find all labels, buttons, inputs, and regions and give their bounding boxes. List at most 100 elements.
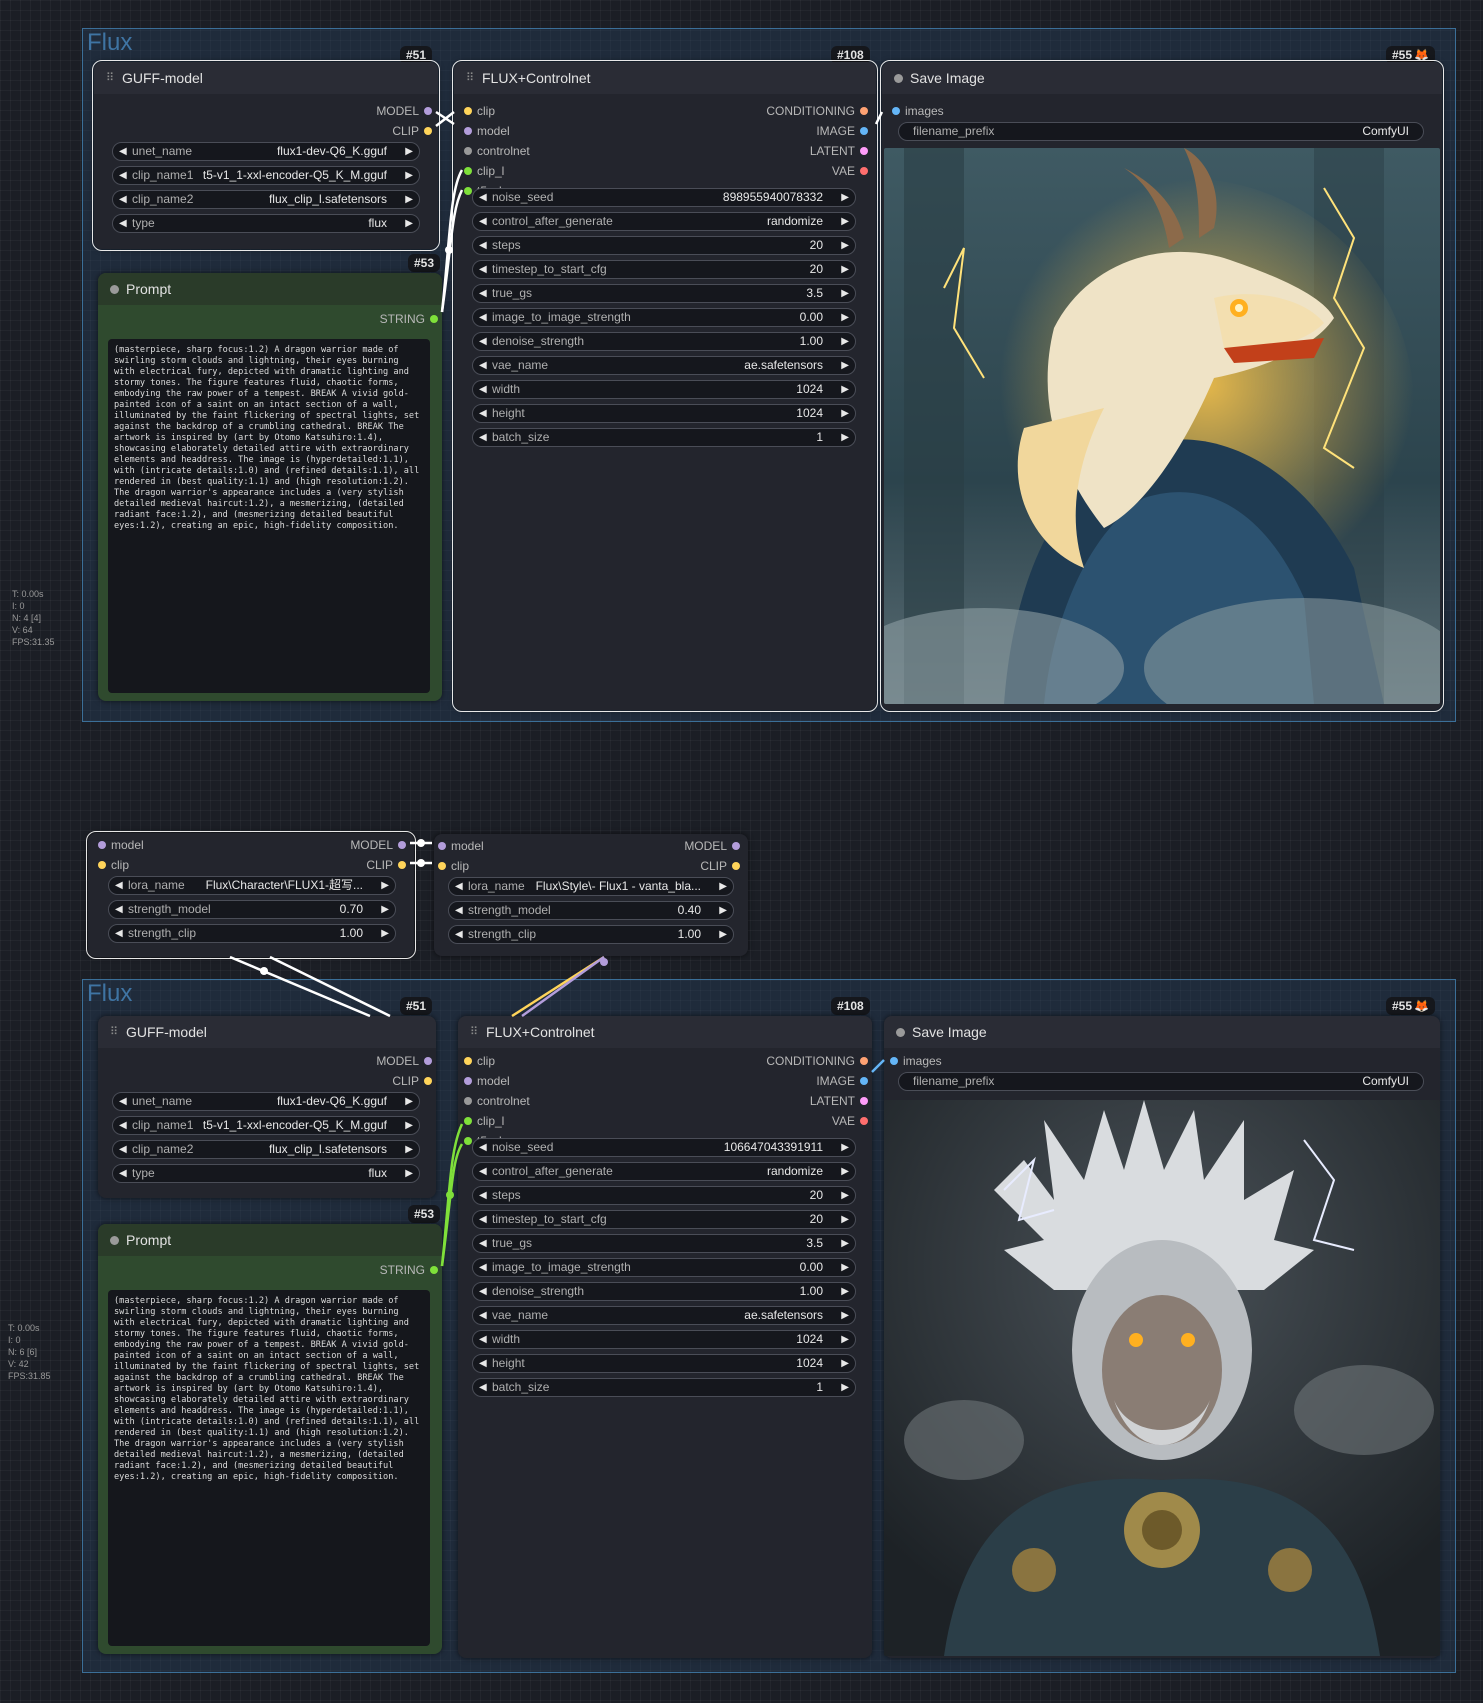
arrow-right-icon[interactable]: ▶ xyxy=(841,1283,849,1300)
slot-dot[interactable] xyxy=(464,1077,472,1085)
widget-control-after-generate[interactable]: ◀ control_after_generate randomize ▶ xyxy=(472,212,856,231)
arrow-left-icon[interactable]: ◀ xyxy=(119,191,127,208)
save-image-node-2[interactable]: Save Image images filename_prefix ComfyUI xyxy=(884,1016,1440,1658)
node-title-bar[interactable]: Prompt xyxy=(98,273,442,305)
output-clip[interactable]: CLIP xyxy=(392,1072,432,1090)
arrow-right-icon[interactable]: ▶ xyxy=(841,1259,849,1276)
slot-dot[interactable] xyxy=(860,1057,868,1065)
arrow-right-icon[interactable]: ▶ xyxy=(719,902,727,919)
widget-clip-name2[interactable]: ◀ clip_name2 flux_clip_l.safetensors ▶ xyxy=(112,190,420,209)
widget-lora-name[interactable]: ◀ lora_name Flux\Style\- Flux1 - vanta_bla… xyxy=(448,877,734,896)
arrow-right-icon[interactable]: ▶ xyxy=(381,901,389,918)
arrow-left-icon[interactable]: ◀ xyxy=(479,357,487,374)
slot-dot[interactable] xyxy=(464,1057,472,1065)
collapse-dot-icon[interactable] xyxy=(894,74,903,83)
slot-dot[interactable] xyxy=(860,167,868,175)
arrow-left-icon[interactable]: ◀ xyxy=(455,902,463,919)
arrow-left-icon[interactable]: ◀ xyxy=(119,1117,127,1134)
arrow-right-icon[interactable]: ▶ xyxy=(381,877,389,894)
output-conditioning[interactable]: CONDITIONING xyxy=(766,102,868,120)
slot-dot[interactable] xyxy=(464,147,472,155)
output-vae[interactable]: VAE xyxy=(832,1112,868,1130)
arrow-right-icon[interactable]: ▶ xyxy=(841,333,849,350)
collapse-dot-icon[interactable] xyxy=(110,285,119,294)
widget-unet-name[interactable]: ◀ unet_name flux1-dev-Q6_K.gguf ▶ xyxy=(112,1092,420,1111)
slot-dot[interactable] xyxy=(430,1266,438,1274)
arrow-left-icon[interactable]: ◀ xyxy=(479,213,487,230)
arrow-right-icon[interactable]: ▶ xyxy=(841,405,849,422)
slot-dot[interactable] xyxy=(98,861,106,869)
node-title-bar[interactable]: Save Image xyxy=(884,1016,1440,1048)
arrow-left-icon[interactable]: ◀ xyxy=(455,878,463,895)
arrow-right-icon[interactable]: ▶ xyxy=(841,1211,849,1228)
widget-strength-model[interactable]: ◀ strength_model 0.70 ▶ xyxy=(108,900,396,919)
arrow-right-icon[interactable]: ▶ xyxy=(405,167,413,184)
prompt-node-2[interactable]: Prompt STRING (masterpiece, sharp focus:… xyxy=(98,1224,442,1654)
slot-dot[interactable] xyxy=(424,1077,432,1085)
arrow-right-icon[interactable]: ▶ xyxy=(381,925,389,942)
widget-image-to-image-strength[interactable]: ◀ image_to_image_strength 0.00 ▶ xyxy=(472,1258,856,1277)
widget-strength-clip[interactable]: ◀ strength_clip 1.00 ▶ xyxy=(448,925,734,944)
widget-denoise-strength[interactable]: ◀ denoise_strength 1.00 ▶ xyxy=(472,332,856,351)
slot-dot[interactable] xyxy=(424,127,432,135)
widget-batch-size[interactable]: ◀ batch_size 1 ▶ xyxy=(472,1378,856,1397)
arrow-left-icon[interactable]: ◀ xyxy=(479,237,487,254)
arrow-left-icon[interactable]: ◀ xyxy=(479,285,487,302)
arrow-right-icon[interactable]: ▶ xyxy=(405,215,413,232)
arrow-right-icon[interactable]: ▶ xyxy=(841,1379,849,1396)
arrow-right-icon[interactable]: ▶ xyxy=(841,189,849,206)
arrow-left-icon[interactable]: ◀ xyxy=(479,309,487,326)
widget-steps[interactable]: ◀ steps 20 ▶ xyxy=(472,236,856,255)
slot-dot[interactable] xyxy=(464,127,472,135)
input-clip-l[interactable]: clip_l xyxy=(464,1112,504,1130)
arrow-left-icon[interactable]: ◀ xyxy=(479,1139,487,1156)
slot-dot[interactable] xyxy=(464,1117,472,1125)
widget-timestep-to-start-cfg[interactable]: ◀ timestep_to_start_cfg 20 ▶ xyxy=(472,260,856,279)
input-controlnet[interactable]: controlnet xyxy=(464,1092,530,1110)
slot-dot[interactable] xyxy=(464,1097,472,1105)
widget-vae-name[interactable]: ◀ vae_name ae.safetensors ▶ xyxy=(472,356,856,375)
prompt-textarea[interactable]: (masterpiece, sharp focus:1.2) A dragon … xyxy=(108,1290,430,1646)
widget-denoise-strength[interactable]: ◀ denoise_strength 1.00 ▶ xyxy=(472,1282,856,1301)
drag-grip-icon[interactable]: ⠿ xyxy=(110,1016,118,1048)
arrow-left-icon[interactable]: ◀ xyxy=(479,1259,487,1276)
output-model[interactable]: MODEL xyxy=(376,102,432,120)
save-image-node[interactable]: Save Image images filename_prefix ComfyUI xyxy=(880,60,1444,712)
widget-image-to-image-strength[interactable]: ◀ image_to_image_strength 0.00 ▶ xyxy=(472,308,856,327)
slot-dot[interactable] xyxy=(430,315,438,323)
lora-loader-node-2[interactable]: model clip MODEL CLIP ◀ lora_name Flux\Sty… xyxy=(434,834,748,956)
widget-lora-name[interactable]: ◀ lora_name Flux\Character\FLUX1-超写... ▶ xyxy=(108,876,396,895)
output-clip[interactable]: CLIP xyxy=(392,122,432,140)
input-images[interactable]: images xyxy=(892,102,944,120)
arrow-left-icon[interactable]: ◀ xyxy=(119,143,127,160)
arrow-left-icon[interactable]: ◀ xyxy=(479,1283,487,1300)
input-model[interactable]: model xyxy=(464,1072,510,1090)
drag-grip-icon[interactable]: ⠿ xyxy=(470,1016,478,1048)
arrow-left-icon[interactable]: ◀ xyxy=(479,1331,487,1348)
widget-type[interactable]: ◀ type flux ▶ xyxy=(112,1164,420,1183)
arrow-right-icon[interactable]: ▶ xyxy=(841,1163,849,1180)
arrow-right-icon[interactable]: ▶ xyxy=(841,357,849,374)
output-image[interactable]: IMAGE xyxy=(816,1072,868,1090)
arrow-left-icon[interactable]: ◀ xyxy=(479,405,487,422)
widget-true-gs[interactable]: ◀ true_gs 3.5 ▶ xyxy=(472,284,856,303)
node-title-bar[interactable]: ⠿ FLUX+Controlnet xyxy=(458,1016,872,1048)
collapse-dot-icon[interactable] xyxy=(896,1028,905,1037)
input-images[interactable]: images xyxy=(890,1052,942,1070)
arrow-right-icon[interactable]: ▶ xyxy=(719,926,727,943)
slot-dot[interactable] xyxy=(860,147,868,155)
slot-dot[interactable] xyxy=(732,842,740,850)
output-clip[interactable]: CLIP xyxy=(700,857,740,875)
widget-width[interactable]: ◀ width 1024 ▶ xyxy=(472,1330,856,1349)
arrow-right-icon[interactable]: ▶ xyxy=(841,261,849,278)
slot-dot[interactable] xyxy=(464,167,472,175)
node-title-bar[interactable]: Prompt xyxy=(98,1224,442,1256)
slot-dot[interactable] xyxy=(860,1097,868,1105)
input-clip[interactable]: clip xyxy=(464,1052,495,1070)
output-clip[interactable]: CLIP xyxy=(366,856,406,874)
output-model[interactable]: MODEL xyxy=(350,836,406,854)
widget-height[interactable]: ◀ height 1024 ▶ xyxy=(472,404,856,423)
arrow-left-icon[interactable]: ◀ xyxy=(119,1165,127,1182)
widget-steps[interactable]: ◀ steps 20 ▶ xyxy=(472,1186,856,1205)
arrow-right-icon[interactable]: ▶ xyxy=(841,1307,849,1324)
